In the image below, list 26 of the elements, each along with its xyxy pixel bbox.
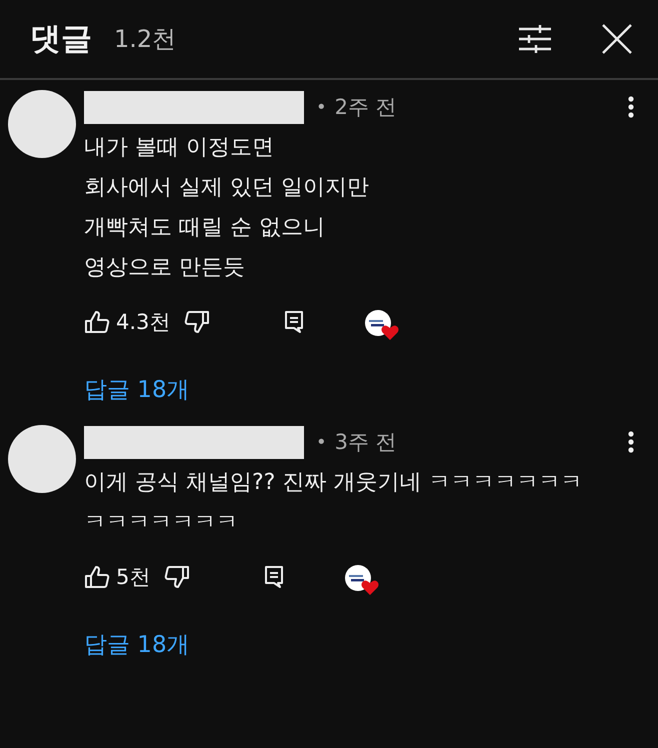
like-button[interactable]: 5천 bbox=[84, 563, 150, 591]
comment-count: 1.2천 bbox=[114, 24, 176, 55]
filter-sliders-icon[interactable] bbox=[518, 24, 552, 54]
more-options-icon[interactable] bbox=[628, 431, 634, 453]
separator-dot: • bbox=[316, 96, 327, 118]
close-icon[interactable] bbox=[602, 24, 632, 54]
thumbs-down-icon[interactable] bbox=[184, 310, 210, 334]
separator-dot: • bbox=[316, 432, 327, 452]
thumbs-up-icon bbox=[84, 310, 110, 334]
comment-text-line: 개빡쳐도 때릴 순 없으니 bbox=[84, 214, 326, 242]
comment-text-line: 이게 공식 채널임?? 진짜 개웃기네 ㅋㅋㅋㅋㅋㅋㅋ bbox=[84, 469, 584, 497]
thumbs-up-icon bbox=[84, 565, 110, 589]
panel-title: 댓글 bbox=[30, 20, 92, 59]
like-button[interactable]: 4.3천 bbox=[84, 308, 170, 336]
comment-text-line: 회사에서 실제 있던 일이지만 bbox=[84, 174, 370, 202]
replies-link[interactable]: 답글 18개 bbox=[84, 374, 190, 405]
reply-comment-icon[interactable] bbox=[264, 565, 284, 589]
comment-text-line: 내가 볼때 이정도면 bbox=[84, 134, 275, 162]
reply-comment-icon[interactable] bbox=[284, 310, 304, 334]
replies-link[interactable]: 답글 18개 bbox=[84, 629, 190, 660]
thumbs-down-icon[interactable] bbox=[164, 565, 190, 589]
more-options-icon[interactable] bbox=[628, 96, 634, 118]
comment-time: 2주 전 bbox=[334, 94, 397, 121]
comment-text-line: 영상으로 만든듯 bbox=[84, 254, 246, 282]
comment-text-line: ㅋㅋㅋㅋㅋㅋㅋ bbox=[84, 509, 239, 537]
comment-time: 3주 전 bbox=[334, 429, 397, 456]
